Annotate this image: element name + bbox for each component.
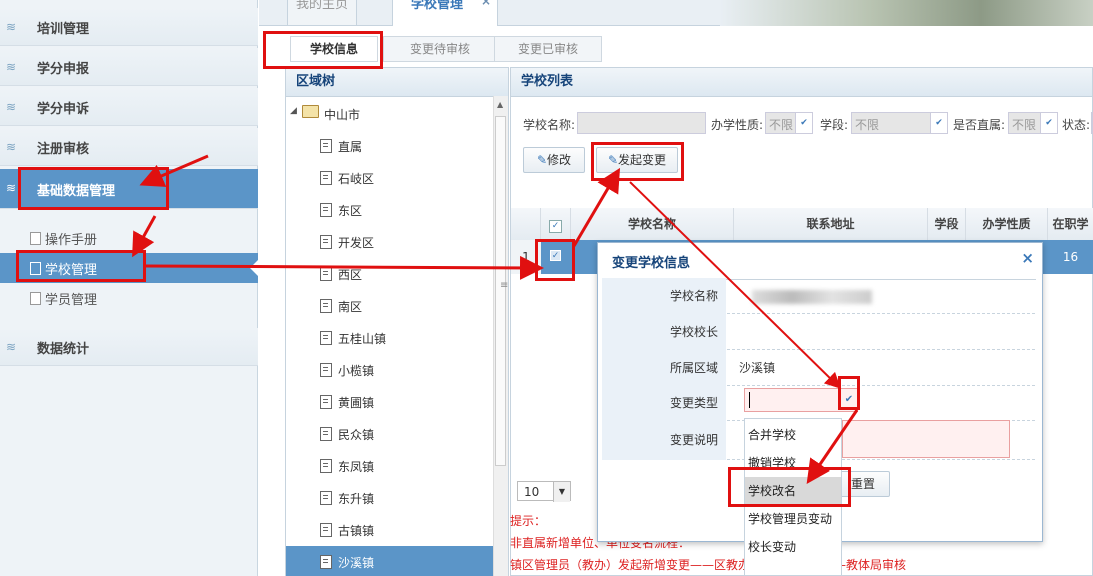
arrow-to-school-management xyxy=(132,215,157,258)
arrow-to-row-checkbox xyxy=(145,255,544,280)
arrow-to-basic-data xyxy=(139,154,209,187)
arrow-to-change-type xyxy=(629,181,841,389)
arrow-to-rename-option xyxy=(806,409,859,484)
arrow-to-change-button xyxy=(572,167,621,247)
annotation-arrows xyxy=(132,154,859,484)
